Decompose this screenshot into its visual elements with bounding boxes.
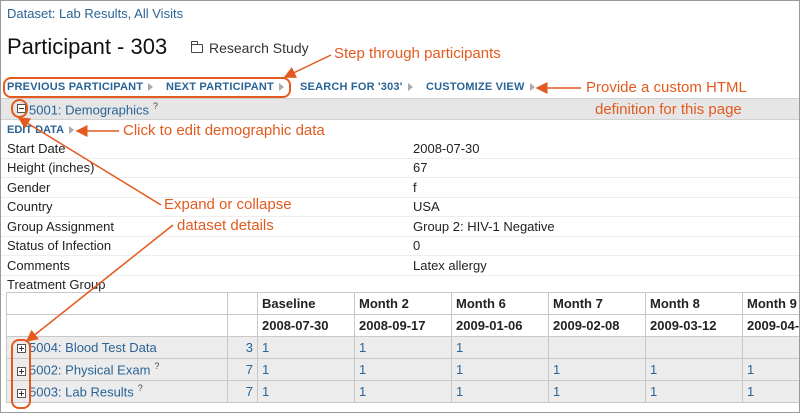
edit-data-label: EDIT DATA <box>7 124 65 136</box>
dataset-name[interactable]: 5004: Blood Test Data <box>29 340 157 355</box>
visit-value[interactable]: 1 <box>354 380 452 403</box>
grid-count-header <box>227 292 258 315</box>
visit-date: 2008-07-30 <box>257 314 355 337</box>
grid-count-header <box>227 314 258 337</box>
field-row: Country USA <box>1 198 799 217</box>
dataset-name-cell[interactable]: 5004: Blood Test Data <box>6 336 228 359</box>
visit-value[interactable]: 1 <box>548 380 646 403</box>
nav-highlight-box <box>3 77 291 98</box>
field-label: Start Date <box>7 140 66 156</box>
customize-view-label: CUSTOMIZE VIEW <box>426 81 525 93</box>
field-value: Latex allergy <box>413 257 487 273</box>
demographics-fields: Start Date 2008-07-30 Height (inches) 67 Gen… <box>1 139 799 295</box>
table-row: 5002: Physical Exam? 7 1 1 1 1 1 1 <box>6 358 799 381</box>
field-row: Status of Infection 0 <box>1 237 799 256</box>
visit-value[interactable]: 1 <box>742 358 799 381</box>
visit-date: 2009-02-08 <box>548 314 646 337</box>
field-label: Treatment Group <box>7 277 106 293</box>
annotation-expand-2: dataset details <box>177 217 274 234</box>
help-mark[interactable]: ? <box>154 361 159 371</box>
visit-value <box>645 336 743 359</box>
field-label: Status of Infection <box>7 238 112 254</box>
visit-date: 2009-04- <box>742 314 799 337</box>
field-row: Group Assignment Group 2: HIV-1 Negative <box>1 217 799 237</box>
date-header-row: 2008-07-30 2008-09-17 2009-01-06 2009-02-08… <box>6 314 799 337</box>
visit-value[interactable]: 1 <box>451 358 549 381</box>
search-participant-link[interactable]: SEARCH FOR '303' <box>300 81 413 93</box>
visit-value[interactable]: 1 <box>257 380 355 403</box>
table-row: 5003: Lab Results? 7 1 1 1 1 1 1 <box>6 380 799 403</box>
page-title: Participant - 303 <box>7 34 168 59</box>
field-row: Height (inches) 67 <box>1 159 799 178</box>
field-row: Gender f <box>1 178 799 198</box>
dataset-count[interactable]: 7 <box>227 358 258 381</box>
field-label: Gender <box>7 179 51 195</box>
visit-value[interactable]: 1 <box>548 358 646 381</box>
annotation-edit: Click to edit demographic data <box>123 122 325 139</box>
visit-value[interactable]: 1 <box>645 380 743 403</box>
arrow-right-icon <box>407 83 413 91</box>
visit-header: Month 8 <box>645 292 743 315</box>
visit-header-row: Baseline Month 2 Month 6 Month 7 Month 8 Mont… <box>6 292 799 315</box>
dataset-count[interactable]: 7 <box>227 380 258 403</box>
field-value: Group 2: HIV-1 Negative <box>413 218 555 234</box>
visit-header: Month 2 <box>354 292 452 315</box>
customize-view-link[interactable]: CUSTOMIZE VIEW <box>426 81 535 93</box>
visit-header: Baseline <box>257 292 355 315</box>
visit-value[interactable]: 1 <box>645 358 743 381</box>
field-label: Comments <box>7 257 70 273</box>
annotation-step: Step through participants <box>334 45 501 62</box>
visit-date: 2008-09-17 <box>354 314 452 337</box>
dataset-count[interactable]: 3 <box>227 336 258 359</box>
visit-value[interactable]: 1 <box>451 380 549 403</box>
edit-data-link[interactable]: EDIT DATA <box>7 124 75 136</box>
folder-icon <box>191 40 203 53</box>
visit-value <box>548 336 646 359</box>
visit-value[interactable]: 1 <box>354 336 452 359</box>
field-value: f <box>413 179 417 195</box>
field-row: Comments Latex allergy <box>1 256 799 276</box>
visit-value[interactable]: 1 <box>257 336 355 359</box>
visit-value[interactable]: 1 <box>451 336 549 359</box>
dataset-name-cell[interactable]: 5003: Lab Results? <box>6 380 228 403</box>
grid-corner <box>6 314 228 337</box>
page-frame: Dataset: Lab Results, All Visits Partici… <box>0 0 800 413</box>
search-participant-label: SEARCH FOR '303' <box>300 81 403 93</box>
visit-header: Month 9 <box>742 292 799 315</box>
visit-value[interactable]: 1 <box>742 380 799 403</box>
field-row: Start Date 2008-07-30 <box>1 139 799 159</box>
field-value: 0 <box>413 238 421 254</box>
breadcrumb[interactable]: Dataset: Lab Results, All Visits <box>7 6 183 21</box>
visit-header: Month 7 <box>548 292 646 315</box>
annotation-custom-1: Provide a custom HTML <box>586 79 747 96</box>
demographics-title-text: 5001: Demographics <box>29 102 149 118</box>
field-label: Height (inches) <box>7 160 95 176</box>
expand-highlight-box <box>11 339 31 409</box>
visit-grid: Baseline Month 2 Month 6 Month 7 Month 8 Mont… <box>6 292 799 403</box>
arrow-right-icon <box>529 83 535 91</box>
visit-date: 2009-01-06 <box>451 314 549 337</box>
help-mark[interactable]: ? <box>138 383 143 393</box>
study-link[interactable]: Research Study <box>191 40 309 56</box>
field-value: USA <box>413 199 440 215</box>
dataset-name-cell[interactable]: 5002: Physical Exam? <box>6 358 228 381</box>
visit-value <box>742 336 799 359</box>
visit-date: 2009-03-12 <box>645 314 743 337</box>
demographics-section-title[interactable]: 5001: Demographics? <box>29 101 158 117</box>
collapse-highlight-circle <box>11 99 28 118</box>
visit-header: Month 6 <box>451 292 549 315</box>
arrow-right-icon <box>69 126 75 134</box>
grid-corner <box>6 292 228 315</box>
study-label: Research Study <box>209 40 309 56</box>
table-row: 5004: Blood Test Data 3 1 1 1 <box>6 336 799 359</box>
annotation-expand-1: Expand or collapse <box>164 196 292 213</box>
annotation-custom-2: definition for this page <box>595 101 742 118</box>
field-value: 2008-07-30 <box>413 140 480 156</box>
field-value: 67 <box>413 160 428 176</box>
visit-value[interactable]: 1 <box>354 358 452 381</box>
help-mark[interactable]: ? <box>153 101 158 111</box>
dataset-name[interactable]: 5002: Physical Exam <box>29 363 150 378</box>
dataset-name[interactable]: 5003: Lab Results <box>29 385 134 400</box>
visit-value[interactable]: 1 <box>257 358 355 381</box>
